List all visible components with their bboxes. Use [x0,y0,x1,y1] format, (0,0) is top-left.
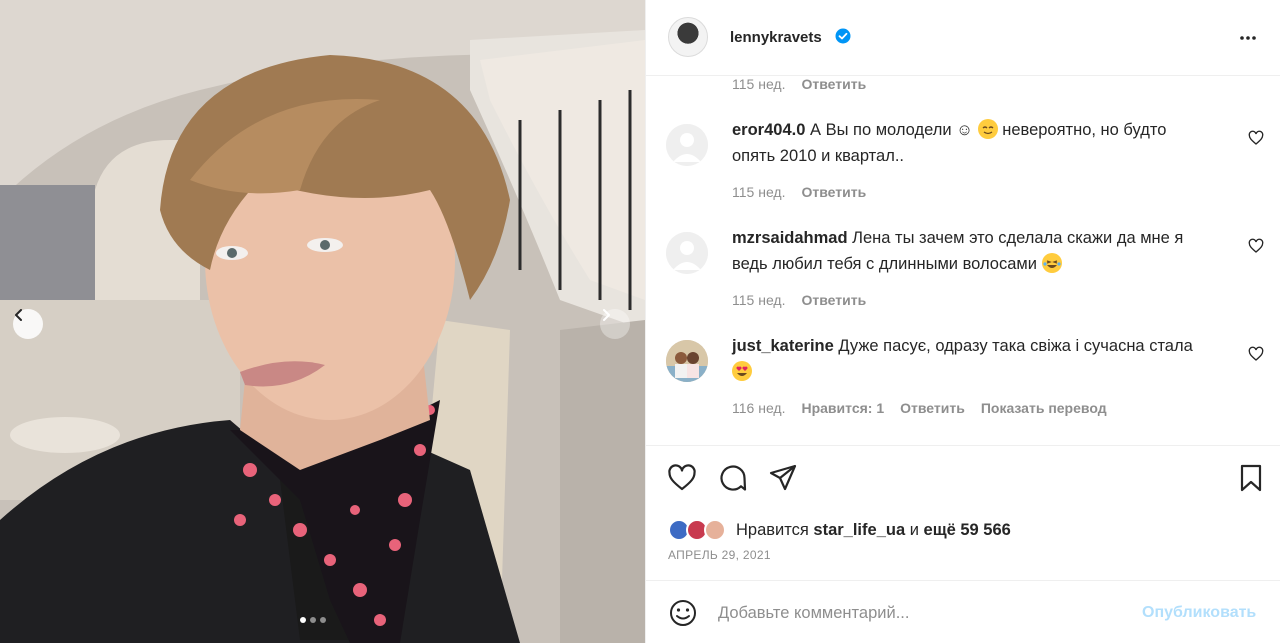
show-translation-button[interactable]: Показать перевод [981,400,1107,416]
post-details-panel: lennykravets 115 нед. Ответить eror404.0… [645,0,1280,643]
commenter-avatar[interactable] [666,124,708,166]
reply-button[interactable]: Ответить [801,76,866,92]
post-date: АПРЕЛЬ 29, 2021 [668,548,771,562]
like-comment-heart-icon[interactable] [1248,130,1264,146]
add-comment-bar: Опубликовать [646,580,1280,643]
liker-avatar [704,519,726,541]
laughing-tears-emoji [1041,253,1062,273]
heart-icon[interactable] [667,463,697,493]
comment-text: mzrsaidahmad Лена ты зачем это сделала с… [732,229,1184,273]
liker-avatars[interactable] [668,519,730,543]
comment-time: 115 нед. [732,184,786,200]
post-actions: Нравится star_life_ua и ещё 59 566 АПРЕЛ… [646,445,1280,580]
previous-photo-button[interactable] [13,309,43,339]
commenter-username[interactable]: just_katerine [732,337,834,355]
selfie-illustration [0,0,645,643]
commenter-username[interactable]: mzrsaidahmad [732,229,848,247]
liker-username[interactable]: star_life_ua [813,521,905,539]
comment-time: 115 нед. [732,76,786,92]
author-username[interactable]: lennykravets [730,29,822,46]
laughing-tears-icon [1042,260,1061,268]
carousel-dot [300,617,306,623]
comment-input[interactable] [718,600,1118,626]
comments-list[interactable]: 115 нед. Ответить eror404.0 А Вы по моло… [646,76,1280,444]
chevron-right-icon [603,309,610,321]
carousel-dot [320,617,326,623]
verified-badge-icon [835,28,851,44]
comment-time: 116 нед. [732,400,786,416]
carousel-dots [300,617,326,623]
default-avatar-icon [666,124,708,166]
publish-button[interactable]: Опубликовать [1142,604,1256,622]
comment-meta: 115 нед. Ответить [732,292,866,308]
comment-meta: 116 нед. Нравится: 1 Ответить Показать п… [732,400,1107,416]
post-header: lennykravets [646,0,1280,76]
heart-eyes-emoji [732,361,752,381]
more-icon[interactable] [1236,26,1260,50]
comment-meta: 115 нед. Ответить [732,184,866,200]
comment-likes-count[interactable]: Нравится: 1 [801,400,884,416]
likes-count[interactable]: ещё 59 566 [924,521,1011,539]
smile-icon[interactable] [668,598,698,628]
reply-button[interactable]: Ответить [801,184,866,200]
reply-button[interactable]: Ответить [900,400,965,416]
carousel-dot [310,617,316,623]
relieved-face-emoji [977,119,998,139]
bookmark-icon[interactable] [1236,463,1266,493]
like-comment-heart-icon[interactable] [1248,238,1264,254]
user-photo-avatar [666,340,708,382]
post-photo[interactable] [0,0,645,643]
default-avatar-icon [666,232,708,274]
comment-meta: 115 нед. Ответить [732,76,866,92]
chevron-left-icon [15,309,22,321]
commenter-username[interactable]: eror404.0 [732,121,805,139]
author-avatar[interactable] [668,17,708,57]
comment-time: 115 нед. [732,292,786,308]
next-photo-button[interactable] [600,309,630,339]
like-comment-heart-icon[interactable] [1248,346,1264,362]
comment-text: eror404.0 А Вы по молодели ☺ невероятно,… [732,119,1167,165]
commenter-avatar[interactable] [666,232,708,274]
heart-eyes-icon [736,366,748,376]
likes-summary: Нравится star_life_ua и ещё 59 566 [736,521,1011,539]
comment-icon[interactable] [718,463,748,493]
relieved-face-icon [982,126,994,135]
paper-plane-icon[interactable] [768,463,798,493]
comment-text: just_katerine Дуже пасує, одразу така св… [732,333,1202,385]
commenter-avatar[interactable] [666,340,708,382]
reply-button[interactable]: Ответить [801,292,866,308]
